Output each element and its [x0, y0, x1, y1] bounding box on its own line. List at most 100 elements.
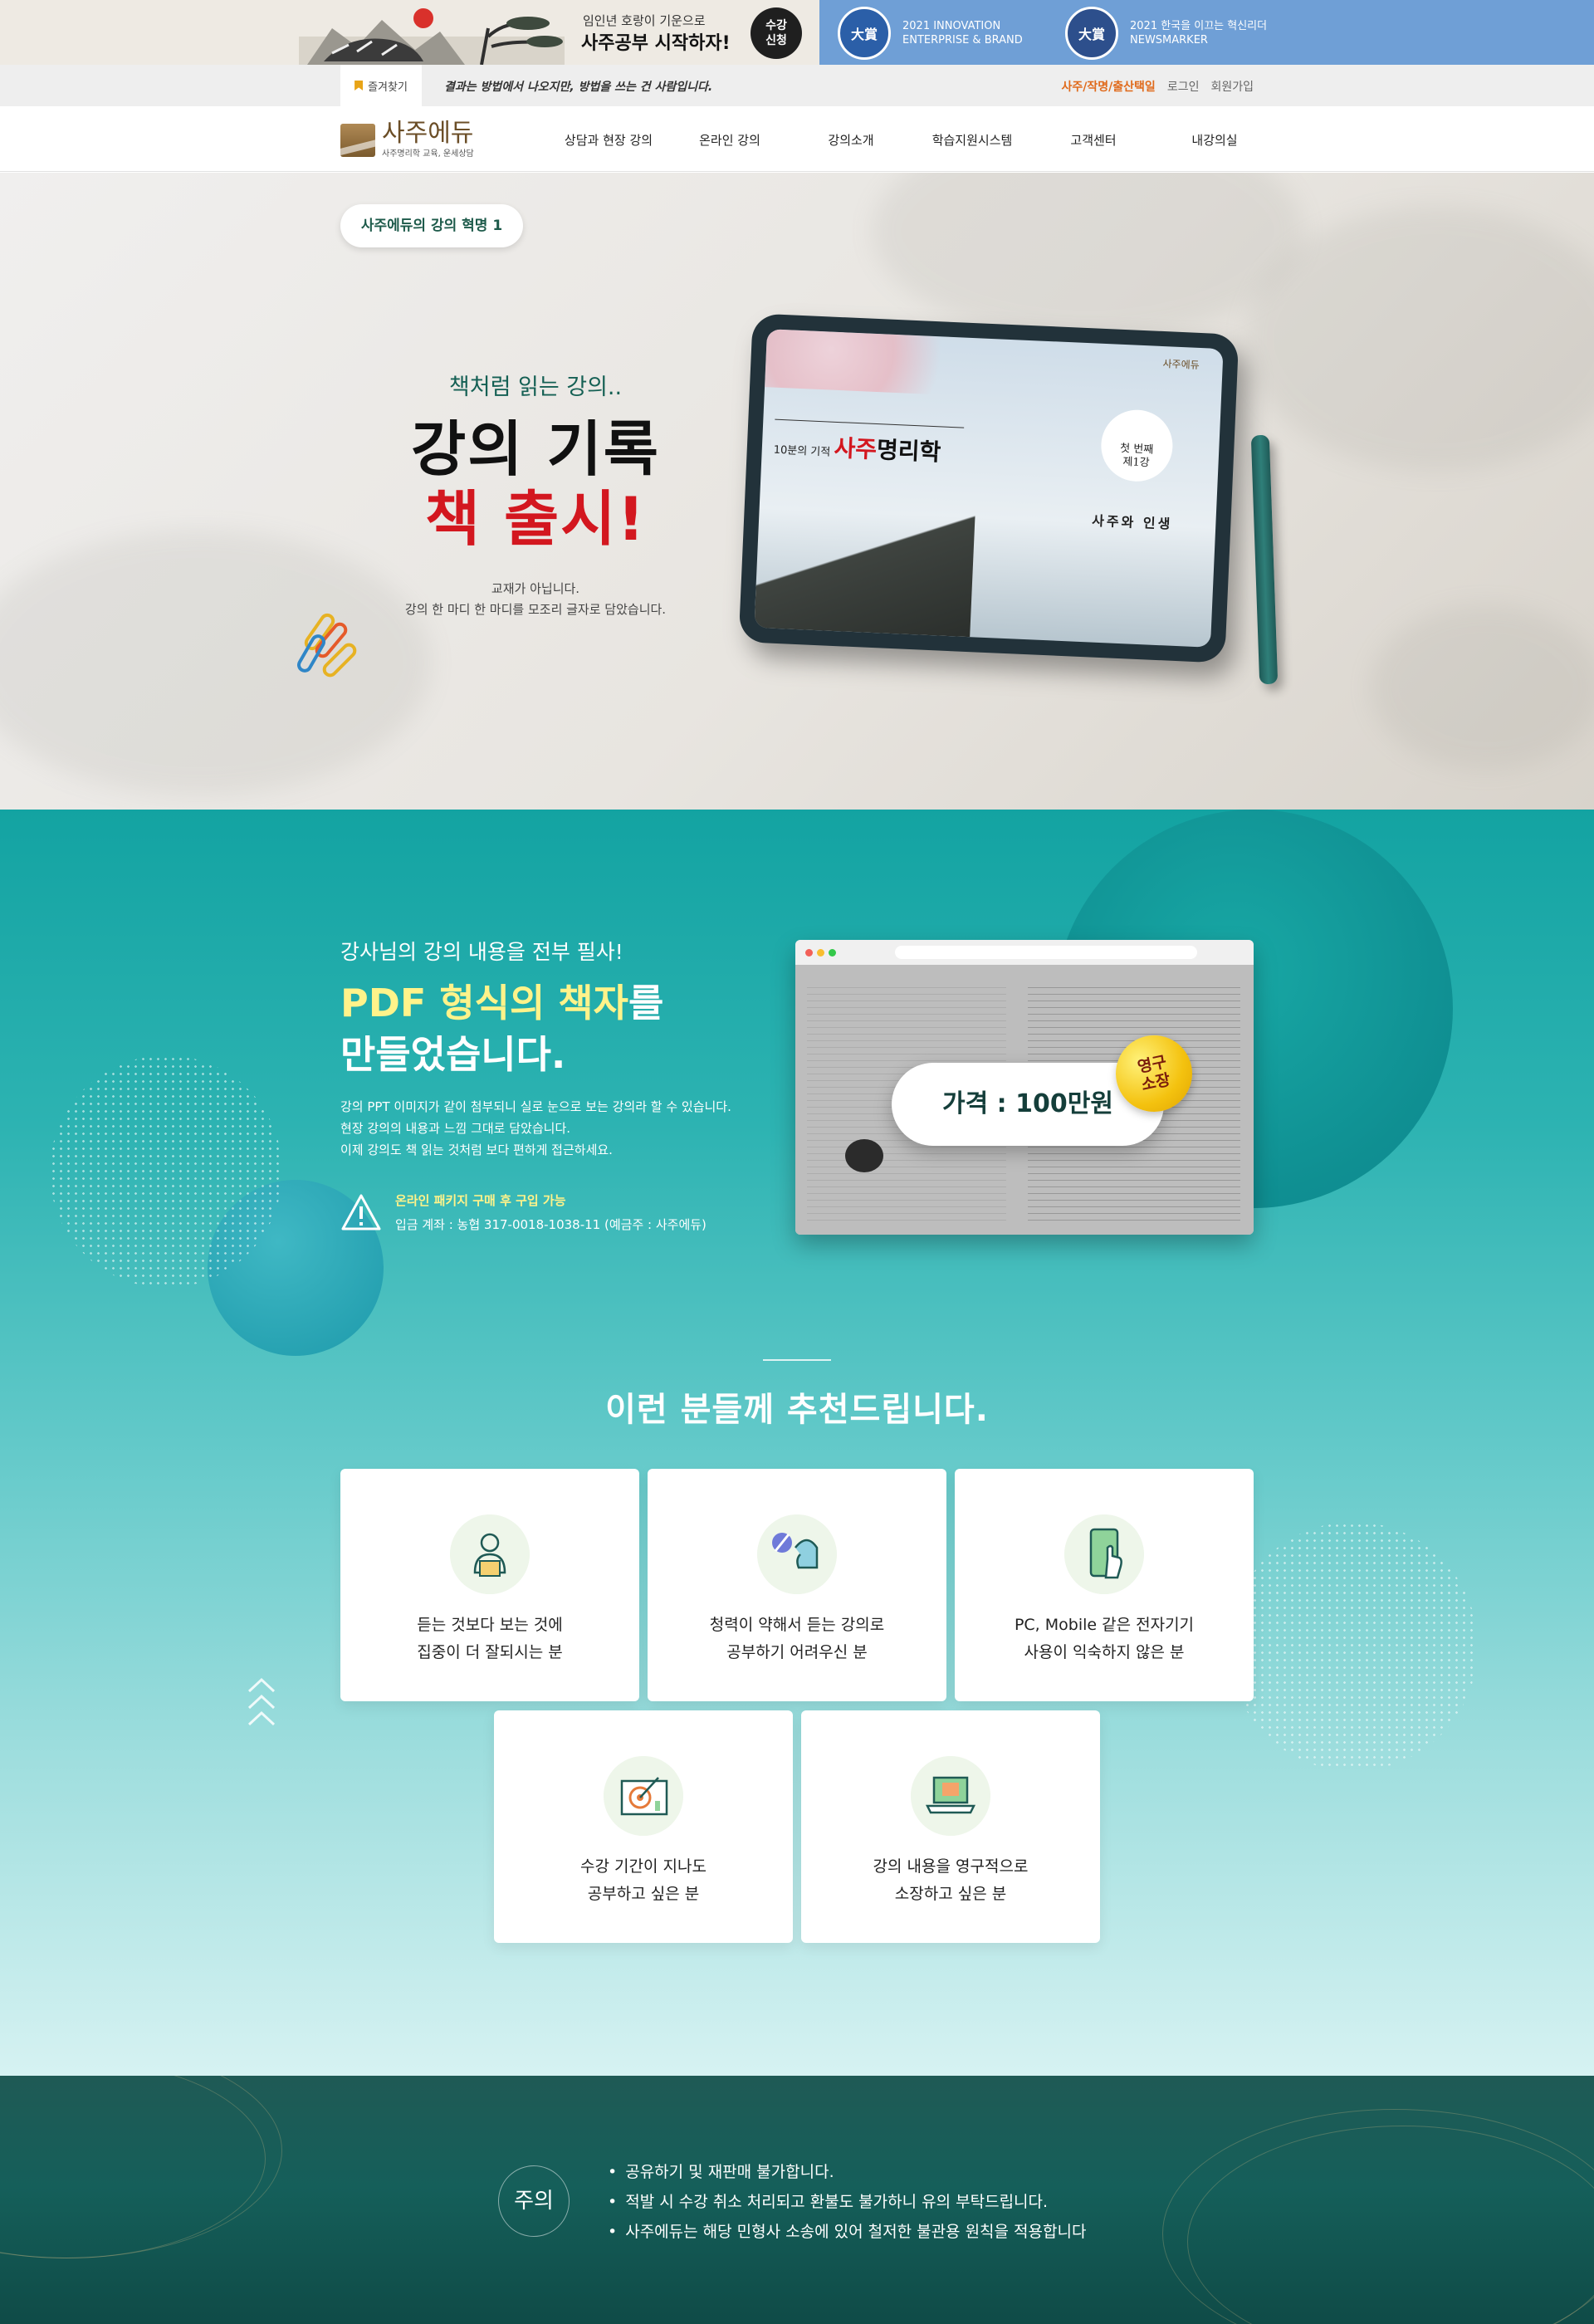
pdf-kicker: 강사님의 강의 내용을 전부 필사! [340, 940, 623, 964]
hero-desc-line2: 강의 한 마디 한 마디를 모조리 글자로 담았습니다. [404, 602, 667, 617]
promo-right-panel: 大賞 2021 INNOVATION ENTERPRISE & BRAND 大賞… [819, 0, 1594, 65]
hanok-roof-icon [754, 502, 975, 638]
pdf-title-highlight: PDF 형식의 책자 [340, 981, 628, 1025]
logo-mark-icon [340, 123, 375, 157]
minimize-dot-icon [817, 949, 824, 957]
browser-url-bar [895, 946, 1197, 959]
screen-title-red: 사주 [833, 433, 878, 464]
pen-icon [1250, 434, 1279, 685]
award1-line1: 2021 INNOVATION [902, 20, 1001, 32]
card-line: 집중이 더 잘되시는 분 [417, 1643, 563, 1661]
nav-item-customer-center[interactable]: 고객센터 [1033, 131, 1154, 149]
caution-section: 주의 공유하기 및 재판매 불가합니다. 적발 시 수강 취소 처리되고 환불도… [0, 2076, 1594, 2324]
pdf-section: 강사님의 강의 내용을 전부 필사! PDF 형식의 책자를 만들었습니다. 강… [0, 810, 1594, 2076]
card-line: 공부하기 어려우신 분 [726, 1643, 868, 1661]
tablet-touch-icon [1064, 1514, 1144, 1594]
pdf-title: PDF 형식의 책자를 만들었습니다. [340, 977, 663, 1080]
leaf-shadow [872, 173, 1303, 339]
hero-copy: 책처럼 읽는 강의.. 강의 기록 책 출시! 교재가 아닙니다. 강의 한 마… [374, 369, 697, 620]
recommend-card: 듣는 것보다 보는 것에 집중이 더 잘되시는 분 [340, 1469, 639, 1701]
logo-sub: 사주명리학 교육, 운세상담 [382, 149, 474, 159]
hero-title: 강의 기록 [410, 414, 661, 484]
browser-toolbar [795, 940, 1254, 965]
card-line: PC, Mobile 같은 전자기기 [1014, 1616, 1195, 1634]
nav-item-my-classroom[interactable]: 내강의실 [1154, 131, 1275, 149]
pdf-desc-line2: 현장 강의의 내용과 느낌 그대로 담았습니다. [340, 1121, 571, 1136]
pdf-title-rest1: 를 [628, 981, 664, 1025]
warning-icon [341, 1194, 381, 1230]
teapot-icon [845, 1139, 883, 1172]
card-line: 듣는 것보다 보는 것에 [417, 1616, 563, 1634]
reading-person-icon [450, 1514, 530, 1594]
badge-line: 수강 [765, 19, 787, 32]
screen-title: 10분의 기적 사주명리학 [773, 428, 941, 468]
enroll-button[interactable]: 수강신청 [751, 7, 802, 59]
chevron-up-icon [247, 1677, 276, 1726]
award-seal-icon: 大賞 [1065, 7, 1118, 60]
award-newsmarker: 大賞 2021 한국을 이끄는 혁신리더 NEWSMARKER [1065, 7, 1267, 60]
nav-item-online[interactable]: 온라인 강의 [669, 131, 790, 149]
caution-item: 공유하기 및 재판매 불가합니다. [608, 2157, 1086, 2187]
target-chart-icon [604, 1756, 683, 1836]
caution-item: 적발 시 수강 취소 처리되고 환불도 불가하니 유의 부탁드립니다. [608, 2187, 1086, 2217]
bookmark-button[interactable]: 즐겨찾기 [340, 65, 422, 106]
link-saju-naming[interactable]: 사주/작명/출산택일 [1062, 78, 1156, 95]
card-line: 수강 기간이 지나도 [580, 1857, 707, 1876]
decor-wave [0, 2076, 266, 2258]
recommend-card: 수강 기간이 지나도 공부하고 싶은 분 [494, 1710, 793, 1943]
bank-account: 입금 계좌 : 농협 317-0018-1038-11 (예금주 : 사주에듀) [395, 1217, 707, 1232]
purchase-notice: 온라인 패키지 구매 후 구입 가능 입금 계좌 : 농협 317-0018-1… [340, 1191, 707, 1233]
top-promo-banner[interactable]: 임인년 호랑이 기운으로 사주공부 시작하자! 수강 신청 大賞 2021 INN… [0, 0, 1594, 65]
card-line: 소장하고 싶은 분 [894, 1885, 1007, 1903]
slogan: 결과는 방법에서 나오지만, 방법을 쓰는 건 사람입니다. [444, 81, 713, 94]
nav-item-intro[interactable]: 강의소개 [790, 131, 912, 149]
hero-desc-line1: 교재가 아닙니다. [491, 581, 580, 596]
logo-name: 사주에듀 [382, 119, 474, 148]
hero-pill-badge: 사주에듀의 강의 혁명 1 [340, 204, 523, 247]
screen-seal: 첫 번째 제1강 [1099, 408, 1175, 483]
hero-desc: 교재가 아닙니다. 강의 한 마디 한 마디를 모조리 글자로 담았습니다. [374, 579, 697, 620]
badge-line: 신청 [765, 34, 787, 47]
card-line: 사용이 익숙하지 않은 분 [1024, 1643, 1185, 1661]
award1-line2: ENTERPRISE & BRAND [902, 34, 1023, 46]
award2-line1: 2021 한국을 이끄는 혁신리더 [1130, 20, 1268, 32]
join-link[interactable]: 회원가입 [1210, 78, 1254, 95]
caution-label: 주의 [498, 2165, 570, 2237]
screen-subtitle: 사주와 인생 [1091, 512, 1173, 532]
notice-highlight: 온라인 패키지 구매 후 구입 가능 [395, 1193, 566, 1208]
nav-item-consult[interactable]: 상담과 현장 강의 [548, 131, 669, 149]
promo-left-panel[interactable]: 임인년 호랑이 기운으로 사주공부 시작하자! 수강 신청 [0, 0, 819, 65]
hero-section: 사주에듀의 강의 혁명 1 책처럼 읽는 강의.. 강의 기록 책 출시! 교재… [0, 173, 1594, 810]
screen-brand: 사주에듀 [1162, 358, 1200, 371]
nav-item-study-support[interactable]: 학습지원시스템 [912, 131, 1033, 149]
laptop-book-icon [911, 1756, 990, 1836]
menu: 상담과 현장 강의 온라인 강의 강의소개 학습지원시스템 고객센터 내강의실 [548, 131, 1275, 149]
bookmark-icon [354, 81, 364, 91]
recommend-card: 강의 내용을 영구적으로 소장하고 싶은 분 [801, 1710, 1100, 1943]
paperclips-icon [297, 613, 357, 678]
recommend-title: 이런 분들께 추천드립니다. [605, 1391, 989, 1429]
dot-pattern [1229, 1522, 1478, 1771]
login-link[interactable]: 로그인 [1167, 78, 1200, 95]
recommend-card: 청력이 약해서 듣는 강의로 공부하기 어려우신 분 [648, 1469, 946, 1701]
util-links: 사주/작명/출산택일 로그인 회원가입 [1062, 78, 1254, 95]
award2-line2: NEWSMARKER [1130, 34, 1208, 46]
award-innovation: 大賞 2021 INNOVATION ENTERPRISE & BRAND [838, 7, 1023, 60]
award-seal-icon: 大賞 [838, 7, 891, 60]
dot-pattern [50, 1055, 282, 1288]
pdf-desc: 강의 PPT 이미지가 같이 첨부되니 실로 눈으로 보는 강의라 할 수 있습… [340, 1096, 731, 1161]
card-line: 청력이 약해서 듣는 강의로 [709, 1616, 885, 1634]
caution-list: 공유하기 및 재판매 불가합니다. 적발 시 수강 취소 처리되고 환불도 불가… [608, 2157, 1086, 2247]
main-nav: 사주에듀 사주명리학 교육, 운세상담 상담과 현장 강의 온라인 강의 강의소… [0, 106, 1594, 172]
recommend-card: PC, Mobile 같은 전자기기 사용이 익숙하지 않은 분 [955, 1469, 1254, 1701]
leaf-shadow [1370, 604, 1594, 771]
tablet-screen: 사주에듀 10분의 기적 사주명리학 첫 번째 제1강 사주와 인생 [754, 329, 1224, 648]
card-line: 강의 내용을 영구적으로 [873, 1857, 1029, 1876]
promo-line1: 임인년 호랑이 기운으로 [583, 13, 706, 28]
caution-item: 사주에듀는 해당 민형사 소송에 있어 철저한 불관용 원칙을 적용합니다 [608, 2217, 1086, 2247]
bookmark-label: 즐겨찾기 [368, 81, 408, 94]
utility-bar: 즐겨찾기 결과는 방법에서 나오지만, 방법을 쓰는 건 사람입니다. 사주/작… [0, 65, 1594, 106]
section-divider [763, 1359, 831, 1361]
site-logo[interactable]: 사주에듀 사주명리학 교육, 운세상담 [340, 121, 474, 159]
tablet-mockup: 사주에듀 10분의 기적 사주명리학 첫 번째 제1강 사주와 인생 [738, 313, 1240, 663]
